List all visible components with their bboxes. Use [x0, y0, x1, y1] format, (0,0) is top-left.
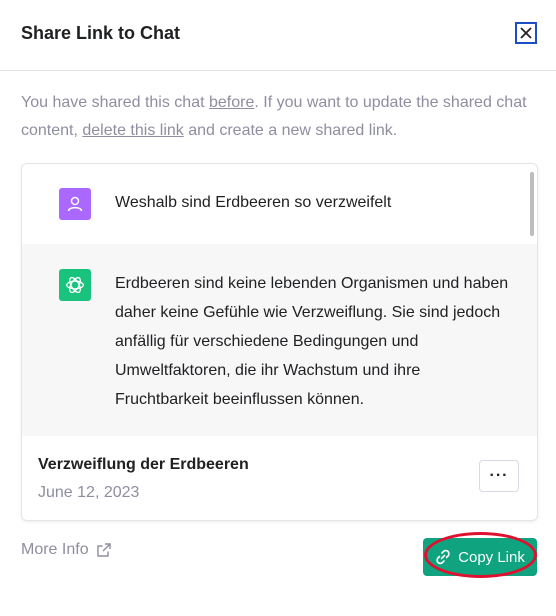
- more-options-button[interactable]: ···: [479, 460, 519, 492]
- close-icon: [520, 27, 532, 39]
- dialog-header: Share Link to Chat: [0, 0, 556, 71]
- more-info-label: More Info: [21, 541, 89, 558]
- before-link[interactable]: before: [209, 94, 254, 111]
- copy-link-button[interactable]: Copy Link: [423, 538, 537, 576]
- link-icon: [436, 549, 450, 565]
- assistant-message-text: Erdbeeren sind keine lebenden Organismen…: [115, 275, 509, 408]
- scrollbar[interactable]: [530, 172, 534, 236]
- user-message: Weshalb sind Erdbeeren so verzweifelt: [22, 164, 537, 244]
- intro-text-1: You have shared this chat: [21, 94, 209, 111]
- assistant-avatar: [59, 269, 91, 301]
- user-icon: [67, 196, 83, 212]
- external-link-icon: [96, 543, 111, 557]
- chat-preview-card: Weshalb sind Erdbeeren so verzweifelt Er…: [21, 163, 538, 521]
- intro-text-3: and create a new shared link.: [183, 122, 398, 139]
- delete-link[interactable]: delete this link: [82, 122, 183, 139]
- share-intro-text: You have shared this chat before. If you…: [21, 89, 536, 145]
- dialog-title: Share Link to Chat: [21, 23, 181, 43]
- close-button[interactable]: [515, 22, 537, 44]
- chat-date: June 12, 2023: [38, 484, 140, 501]
- user-avatar: [59, 188, 91, 220]
- copy-link-label: Copy Link: [458, 548, 525, 566]
- chatgpt-logo-icon: [66, 276, 84, 294]
- user-message-text: Weshalb sind Erdbeeren so verzweifelt: [115, 194, 392, 211]
- chat-title: Verzweiflung der Erdbeeren: [38, 456, 249, 473]
- more-info-link[interactable]: More Info: [21, 541, 111, 559]
